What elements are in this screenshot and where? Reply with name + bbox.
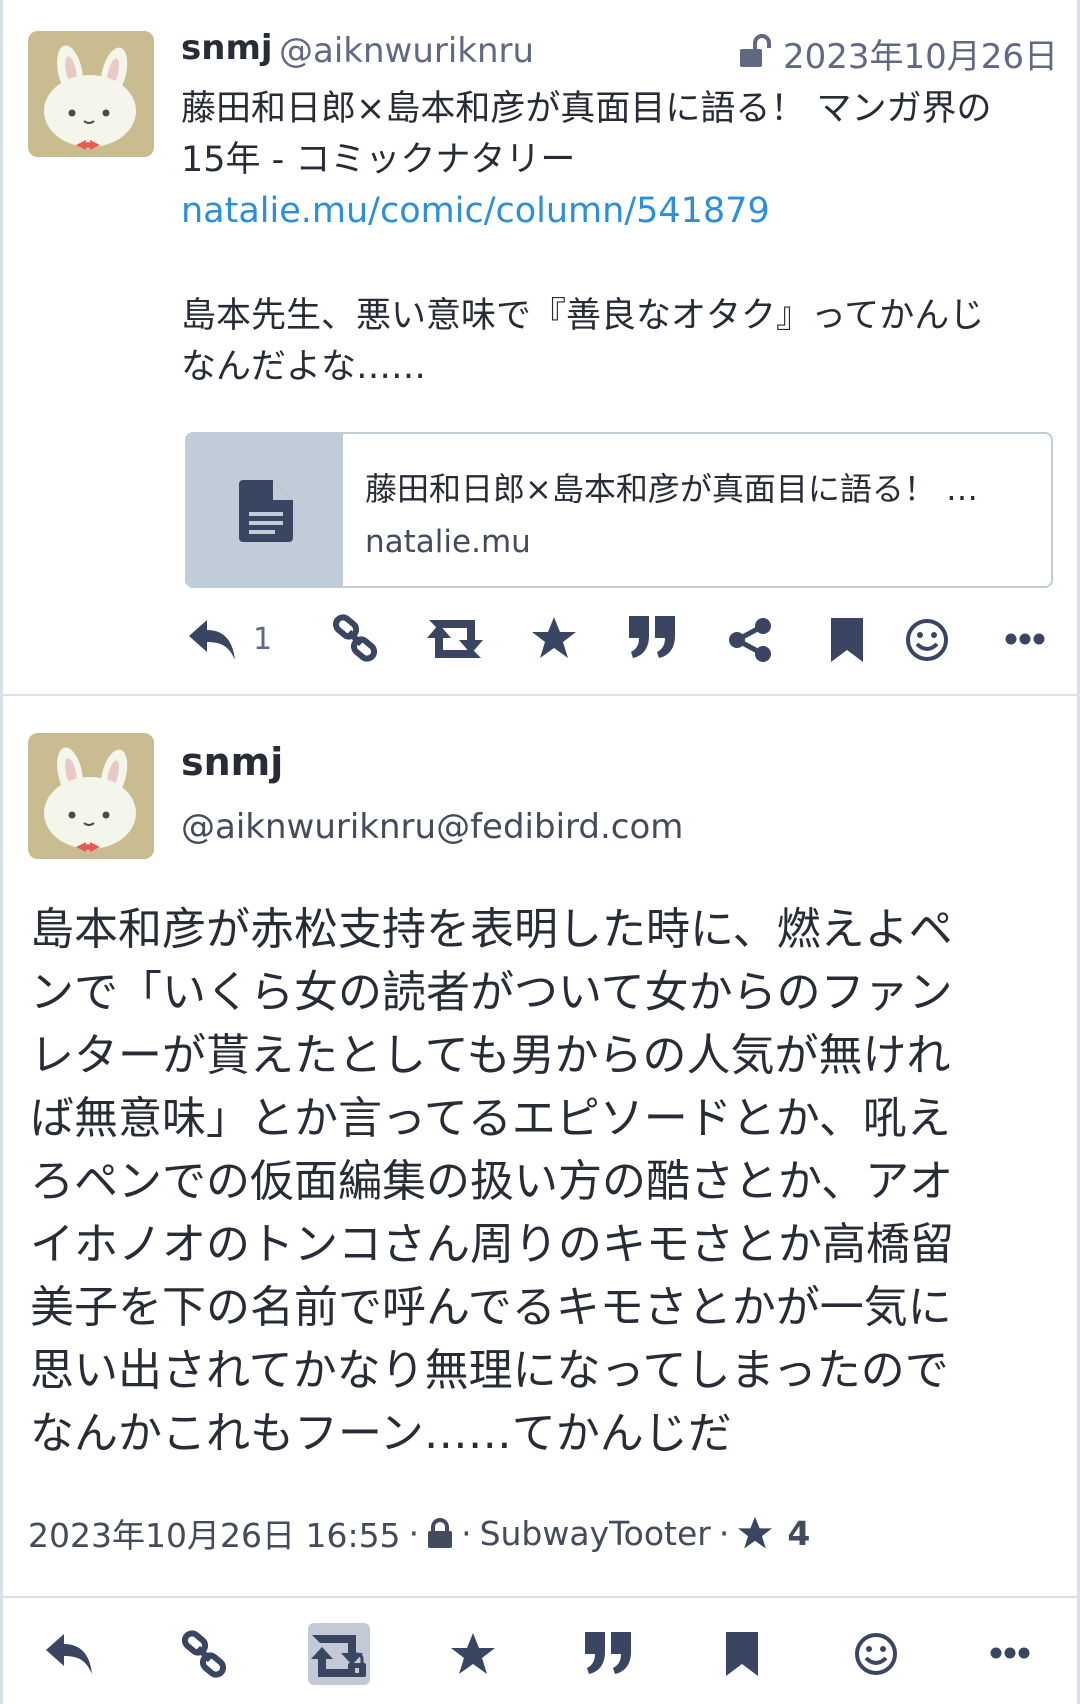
more-icon[interactable] (990, 1646, 1030, 1660)
content-line: レターが貰えたとしても男からの人気が無けれ (30, 1030, 951, 1081)
unlock-icon (738, 34, 776, 70)
content-line: なんだよな…… (181, 347, 427, 387)
meta-separator: · (461, 1513, 472, 1553)
emoji-reaction-icon[interactable] (905, 618, 949, 662)
account-handle[interactable]: @aiknwuriknru@fedibird.com (181, 807, 683, 847)
status-meta: 2023年10月26日 16:55 · · SubwayTooter · 4 (28, 1509, 810, 1557)
emoji-reaction-icon[interactable] (854, 1632, 898, 1676)
status-card[interactable]: snmj @aiknwuriknru 2023年10月26日 藤田和日郎×島本和… (3, 0, 1077, 696)
content-line: 15年 - コミックナタリー (181, 140, 576, 180)
quote-icon[interactable] (629, 616, 675, 658)
content-line: なんかこれもフーン……てかんじだ (30, 1408, 732, 1459)
favourite-icon[interactable] (450, 1632, 496, 1676)
favourite-icon[interactable] (531, 616, 577, 660)
content-line: ンで「いくら女の読者がついて女からのファン (30, 967, 953, 1018)
status-content: 島本和彦が赤松支持を表明した時に、燃えよペ ンで「いくら女の読者がついて女からの… (30, 898, 1060, 1465)
account-handle[interactable]: @aiknwuriknru (279, 31, 534, 71)
content-line: 思い出されてかなり無理になってしまったので (30, 1345, 949, 1396)
content-line: 島本和彦が赤松支持を表明した時に、燃えよペ (30, 904, 953, 955)
content-line: 美子を下の名前で呼んでるキモさとかが一気に (30, 1282, 952, 1333)
status-datetime[interactable]: 2023年10月26日 16:55 (28, 1509, 401, 1557)
bookmark-icon[interactable] (724, 1632, 760, 1676)
document-icon (239, 480, 293, 542)
card-host: natalie.mu (365, 524, 531, 560)
quote-icon[interactable] (585, 1632, 631, 1674)
card-title: 藤田和日郎×島本和彦が真面目に語る！ … (365, 470, 978, 508)
content-line: イホノオのトンコさん周りのキモさとか高橋留 (30, 1219, 954, 1270)
status-content: 藤田和日郎×島本和彦が真面目に語る！ マンガ界の 15年 - コミックナタリー … (181, 84, 1051, 393)
content-line: ば無意味」とか言ってるエピソードとか、吼え (30, 1093, 951, 1144)
star-icon (738, 1516, 773, 1549)
rabbit-avatar-icon (28, 733, 154, 859)
boost-private-button[interactable] (308, 1623, 370, 1685)
link-icon[interactable] (180, 1630, 228, 1678)
status-date[interactable]: 2023年10月26日 (783, 29, 1058, 78)
content-line: 島本先生、悪い意味で『善良なオタク』ってかんじ (181, 296, 985, 336)
divider (3, 1596, 1077, 1598)
rabbit-avatar-icon (28, 31, 154, 157)
favourite-count[interactable]: 4 (787, 1514, 810, 1553)
boost-icon[interactable] (427, 618, 483, 660)
link-icon[interactable] (331, 614, 379, 662)
lock-icon (428, 1518, 453, 1548)
content-line: ろペンでの仮面編集の扱い方の酷さとか、アオ (30, 1156, 954, 1207)
avatar[interactable] (28, 31, 154, 157)
meta-separator: · (718, 1513, 730, 1553)
display-name[interactable]: snmj (181, 740, 283, 784)
client-name[interactable]: SubwayTooter (480, 1514, 711, 1553)
content-link[interactable]: natalie.mu/comic/column/541879 (181, 186, 1051, 237)
bookmark-icon[interactable] (829, 618, 865, 662)
share-icon[interactable] (729, 618, 771, 662)
card-thumbnail (187, 434, 343, 586)
meta-separator: · (408, 1513, 420, 1553)
more-icon[interactable] (1005, 632, 1045, 646)
reply-icon[interactable] (187, 618, 237, 662)
avatar[interactable] (28, 733, 154, 859)
display-name[interactable]: snmj (181, 28, 273, 68)
reply-count: 1 (253, 622, 273, 657)
link-preview-card[interactable]: 藤田和日郎×島本和彦が真面目に語る！ … natalie.mu (185, 432, 1053, 588)
boost-private-icon (311, 1635, 366, 1677)
content-line: 藤田和日郎×島本和彦が真面目に語る！ マンガ界の (181, 89, 992, 129)
reply-icon[interactable] (44, 1632, 94, 1676)
